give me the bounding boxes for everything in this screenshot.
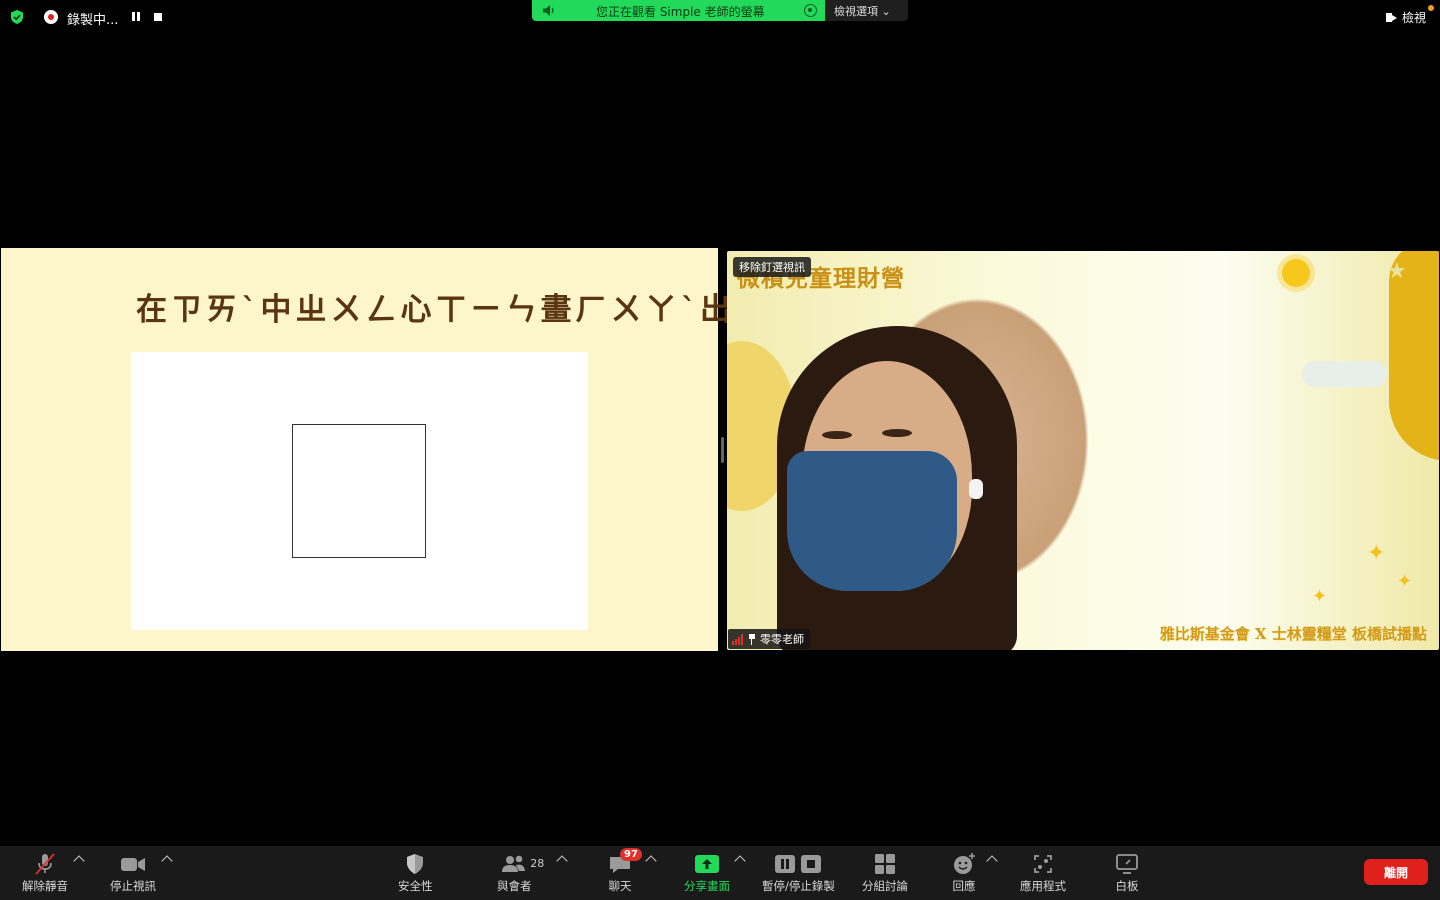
chat-label: 聊天 — [608, 879, 632, 893]
apps-button[interactable]: 應用程式 — [1020, 852, 1066, 894]
participants-button[interactable]: 28 與會者 — [497, 852, 544, 894]
view-options-label: 檢視選項 — [834, 5, 878, 18]
participants-options-caret[interactable] — [556, 855, 568, 867]
share-screen-label: 分享畫面 — [684, 879, 730, 893]
screen-share-banner: 您正在觀看 Simple 老師的螢幕 檢視選項 ⌄ — [532, 0, 908, 21]
star-decoration: ★ — [1387, 259, 1407, 284]
reactions-options-caret[interactable] — [986, 855, 998, 867]
star-decoration: ✦ — [1397, 571, 1413, 592]
leave-button[interactable]: 離開 — [1364, 859, 1428, 885]
participant-name: 零零老師 — [760, 633, 804, 646]
security-label: 安全性 — [398, 879, 433, 893]
drawn-rectangle — [292, 424, 426, 558]
cloud-decoration — [1302, 361, 1387, 387]
share-options-caret[interactable] — [734, 855, 746, 867]
sun-decoration — [1282, 259, 1310, 287]
pause-stop-recording-label: 暫停/停止錄製 — [762, 879, 835, 893]
person-eye — [822, 431, 852, 439]
background-footer-text: 雅比斯基金會 X 士林靈糧堂 板橋試播點 — [1159, 625, 1427, 643]
security-button[interactable]: 安全性 — [398, 852, 433, 894]
slide: 在ㄗㄞˋ中ㄓㄨㄥ心ㄒㄧㄣ畫ㄏㄨㄚˋ出ㄔㄨ一ㄧ個ㄍㄜˋ區ㄑㄩ域ㄩˋ — [1, 248, 1194, 651]
unmute-label: 解除靜音 — [22, 879, 68, 893]
stop-recording-icon[interactable] — [154, 13, 162, 21]
chat-bubble-icon: 97 — [606, 848, 642, 876]
shared-screen: 在ㄗㄞˋ中ㄓㄨㄥ心ㄒㄧㄣ畫ㄏㄨㄚˋ出ㄔㄨ一ㄧ個ㄍㄜˋ區ㄑㄩ域ㄩˋ — [0, 226, 1194, 674]
share-banner-text: 您正在觀看 Simple 老師的螢幕 — [596, 5, 765, 19]
slide-title: 在ㄗㄞˋ中ㄓㄨㄥ心ㄒㄧㄣ畫ㄏㄨㄚˋ出ㄔㄨ一ㄧ個ㄍㄜˋ區ㄑㄩ域ㄩˋ — [136, 292, 1194, 328]
chat-unread-badge: 97 — [620, 848, 642, 861]
recording-label: 錄製中... — [67, 13, 119, 28]
recording-icon — [44, 10, 58, 24]
view-layout-icon — [1385, 12, 1397, 23]
chevron-down-icon: ⌄ — [881, 5, 891, 18]
apps-icon — [1029, 852, 1057, 876]
drawing-canvas — [131, 352, 588, 630]
view-button[interactable]: 檢視 — [1385, 9, 1426, 26]
participants-count: 28 — [530, 857, 545, 870]
star-decoration: ✦ — [1312, 586, 1328, 607]
reactions-button[interactable]: 回應 — [950, 852, 978, 894]
reactions-label: 回應 — [952, 879, 976, 893]
stop-video-label: 停止視訊 — [110, 879, 156, 893]
person-eye — [882, 429, 912, 437]
view-label: 檢視 — [1401, 11, 1426, 25]
whiteboard-label: 白板 — [1115, 879, 1139, 893]
breakout-rooms-button[interactable]: 分組討論 — [862, 852, 908, 894]
stop-video-button[interactable]: 停止視訊 — [110, 852, 156, 894]
unpin-video-button[interactable]: 移除釘選視訊 — [733, 257, 811, 277]
whiteboard-icon — [1113, 852, 1141, 876]
star-decoration: ✦ — [1367, 541, 1386, 566]
participant-video: ✦ ✦ ✦ ★ 微積兒童理財營 雅比斯基金會 X 士林靈糧堂 板橋試播點 — [727, 251, 1439, 650]
breakout-rooms-label: 分組討論 — [862, 879, 908, 893]
security-shield-icon — [401, 852, 429, 876]
apps-label: 應用程式 — [1020, 879, 1066, 893]
split-divider-handle[interactable] — [721, 437, 724, 463]
pause-stop-icon — [771, 852, 825, 876]
pin-icon — [748, 633, 756, 645]
stop-viewing-icon[interactable] — [804, 4, 817, 17]
viewing-share-indicator: 您正在觀看 Simple 老師的螢幕 — [532, 0, 825, 21]
share-screen-button[interactable]: 分享畫面 — [684, 852, 730, 894]
notification-dot — [1428, 5, 1434, 11]
speaker-icon — [543, 5, 554, 16]
chat-button[interactable]: 97 聊天 — [606, 848, 642, 894]
face-mask — [787, 451, 957, 591]
breakout-rooms-icon — [871, 852, 899, 876]
participants-label: 與會者 — [497, 879, 532, 893]
connection-signal-icon — [732, 633, 744, 645]
top-bar: 錄製中... 您正在觀看 Simple 老師的螢幕 檢視選項 ⌄ 檢視 — [0, 0, 1440, 34]
whiteboard-button[interactable]: 白板 — [1113, 852, 1141, 894]
participants-icon: 28 — [500, 852, 544, 876]
earbud — [969, 479, 983, 499]
pause-stop-recording-button[interactable]: 暫停/停止錄製 — [762, 852, 835, 894]
pause-recording-icon[interactable] — [130, 11, 142, 23]
participant-name-tag: 零零老師 — [728, 629, 810, 649]
view-options-button[interactable]: 檢視選項 ⌄ — [825, 0, 908, 21]
share-screen-icon — [693, 852, 721, 876]
emoji-reaction-icon — [950, 852, 978, 876]
unmute-button[interactable]: 解除靜音 — [22, 852, 68, 894]
meeting-toolbar: 解除靜音 停止視訊 安全性 28 與會者 97 聊天 分享畫面 暫停/停止錄製 … — [0, 846, 1440, 900]
video-options-caret[interactable] — [161, 855, 173, 867]
audio-options-caret[interactable] — [73, 855, 85, 867]
video-camera-icon — [119, 852, 147, 876]
muted-microphone-icon — [31, 852, 59, 876]
security-shield-icon[interactable] — [9, 9, 25, 25]
chat-options-caret[interactable] — [645, 855, 657, 867]
